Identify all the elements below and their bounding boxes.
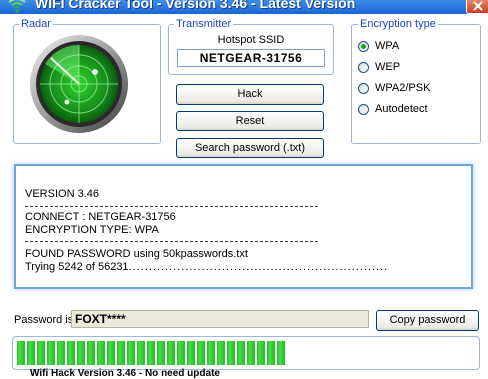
- copy-password-button[interactable]: Copy password: [376, 310, 479, 331]
- log-trying: Trying 5242 of 56231....................…: [25, 261, 389, 273]
- password-label: Password is:: [14, 314, 77, 326]
- hack-button[interactable]: Hack: [176, 84, 324, 105]
- log-panel[interactable]: VERSION 3.46 CONNECT : NETGEAR-31756 ENC…: [14, 164, 473, 289]
- radar-icon: [30, 35, 128, 133]
- log-connect: CONNECT : NETGEAR-31756: [25, 211, 176, 223]
- radar-legend: Radar: [19, 18, 53, 30]
- progress-bar: [12, 336, 480, 370]
- encryption-legend: Encryption type: [358, 18, 438, 30]
- radio-button-icon[interactable]: [358, 82, 369, 94]
- radio-wpa2-psk[interactable]: WPA2/PSK: [358, 81, 430, 95]
- log-separator: [25, 206, 318, 207]
- close-icon: [473, 1, 483, 11]
- radio-label: Autodetect: [375, 103, 428, 115]
- transmitter-legend: Transmitter: [174, 18, 234, 30]
- progress-fill: [17, 341, 288, 365]
- wifi-signal-icon: [7, 0, 27, 14]
- radio-autodetect[interactable]: Autodetect: [358, 102, 428, 116]
- ssid-field[interactable]: NETGEAR-31756: [177, 49, 325, 67]
- radio-label: WPA: [375, 40, 400, 52]
- progress-track: [17, 341, 475, 365]
- password-field[interactable]: FOXT****: [71, 310, 369, 328]
- radio-button-icon[interactable]: [358, 103, 369, 115]
- search-password-button[interactable]: Search password (.txt): [176, 138, 324, 158]
- close-button[interactable]: [466, 0, 488, 14]
- title-bar[interactable]: WIFI Cracker Tool - Version 3.46 - Lates…: [0, 0, 488, 14]
- radio-wep[interactable]: WEP: [358, 60, 400, 74]
- radio-button-icon[interactable]: [358, 61, 369, 73]
- radar-group: Radar: [13, 18, 161, 144]
- radio-wpa[interactable]: WPA: [358, 39, 399, 53]
- log-separator: [25, 241, 318, 242]
- radio-label: WPA2/PSK: [375, 82, 431, 94]
- ssid-label: Hotspot SSID: [217, 34, 285, 46]
- log-version: VERSION 3.46: [25, 188, 99, 200]
- radio-label: WEP: [375, 61, 401, 73]
- reset-button[interactable]: Reset: [176, 111, 324, 131]
- footer-text: Wifi Hack Version 3.46 - No need update: [30, 368, 220, 379]
- window-title: WIFI Cracker Tool - Version 3.46 - Lates…: [35, 0, 356, 11]
- radio-button-icon[interactable]: [358, 40, 369, 52]
- log-found: FOUND PASSWORD using 50kpasswords.txt: [25, 248, 248, 260]
- encryption-group: Encryption type WPA WEP WPA2/PSK Autodet…: [351, 18, 481, 144]
- transmitter-group: Transmitter Hotspot SSID NETGEAR-31756: [168, 18, 334, 75]
- log-encryption: ENCRYPTION TYPE: WPA: [25, 224, 159, 236]
